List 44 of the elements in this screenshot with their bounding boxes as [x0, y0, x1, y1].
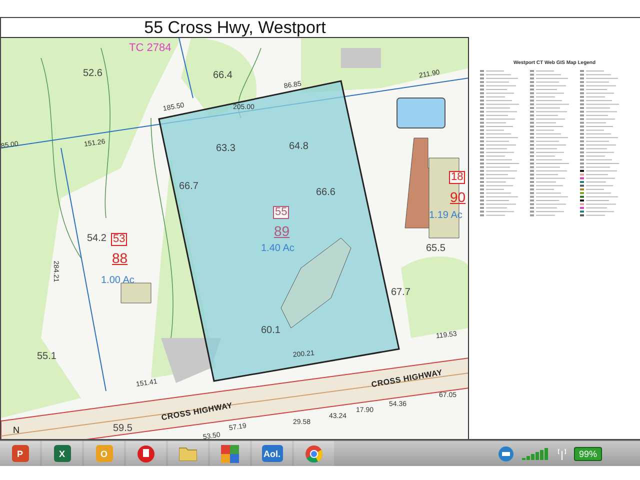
taskbar-app-button[interactable]: [294, 441, 334, 466]
app-icon: Aol.: [262, 445, 282, 462]
parcel-number: 18: [449, 171, 466, 184]
parcel-number: 55: [273, 206, 290, 219]
acreage-label: 1.40 Ac: [261, 244, 294, 254]
elevation-label: 63.3: [216, 144, 236, 154]
elevation-label: 66.7: [179, 182, 198, 192]
tiles-icon: [221, 444, 239, 462]
road-label: CROSS HIGHWAY: [160, 402, 234, 422]
elevation-label: 60.1: [261, 326, 280, 336]
road-label: CROSS HIGHWAY: [370, 368, 444, 390]
taskbar-app-button[interactable]: Aol.: [252, 441, 292, 466]
signal-bars-icon[interactable]: [522, 448, 550, 460]
elevation-label: 67.7: [391, 288, 410, 298]
taskbar-app-button[interactable]: [210, 441, 250, 466]
taskbar-app-button[interactable]: [168, 441, 208, 466]
elevation-label: 52.6: [83, 69, 102, 79]
acreage-label: 1.19 Ac: [429, 211, 462, 221]
battery-indicator[interactable]: 99%: [574, 446, 602, 460]
elevation-label: 54.2: [87, 234, 106, 244]
network-icon[interactable]: [498, 446, 514, 462]
taskbar-app-button[interactable]: [126, 441, 166, 466]
elevation-label: 64.8: [289, 142, 308, 152]
zone-label: TC 2784: [129, 43, 172, 54]
elevation-label: 65.5: [426, 244, 446, 254]
parcel-number: 89: [274, 224, 290, 238]
app-icon: X: [54, 445, 70, 462]
taskbar-app-button[interactable]: P: [0, 441, 40, 466]
map-title: 55 Cross Hwy, Westport: [144, 18, 326, 38]
browser-icon: [305, 444, 323, 462]
elevation-label: 59.5: [113, 424, 132, 434]
app-icon: [137, 444, 155, 462]
folder-icon: [179, 446, 197, 461]
app-icon: O: [96, 445, 112, 462]
taskbar-app-button[interactable]: X: [42, 441, 82, 466]
antenna-icon[interactable]: [558, 448, 566, 460]
app-icon: P: [12, 445, 28, 462]
elevation-label: 55.1: [37, 352, 56, 362]
parcel-number: 53: [111, 233, 128, 246]
parcel-number: 88: [112, 251, 128, 265]
parcel-number: 90: [450, 190, 466, 204]
elevation-label: 66.4: [213, 71, 232, 81]
elevation-label: 66.6: [316, 188, 336, 198]
north-arrow-label: N: [13, 426, 20, 435]
